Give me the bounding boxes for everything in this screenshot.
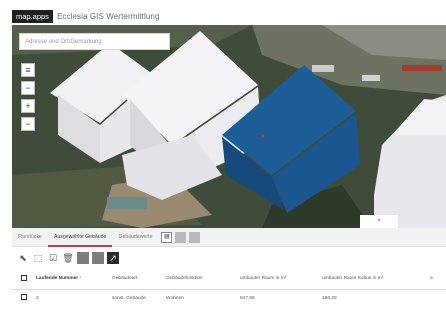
column-header[interactable]: Gebäudefunktion <box>166 269 240 290</box>
table-cell <box>430 289 446 307</box>
tab-gebaeudewerte[interactable]: Gebäudewerte <box>112 228 158 247</box>
map-marker <box>261 134 265 138</box>
map-tools: ≡ − + − <box>21 63 35 135</box>
table-cell: 2 <box>36 295 39 301</box>
table-header-row: Laufende Nummer ↑ Gebäudeart Gebäudefunk… <box>12 269 446 290</box>
column-header[interactable]: umbauter Raum in m³ <box>240 269 322 290</box>
app-title: Ecclesia GIS Wertermittlung <box>56 12 160 21</box>
parked-car <box>312 65 334 72</box>
column-header[interactable]: Laufende Nummer ↑ <box>36 269 112 290</box>
panel-tabs: Flurstücke Ausgewählte Gebäude Gebäudewe… <box>12 228 446 247</box>
buildings-table: Laufende Nummer ↑ Gebäudeart Gebäudefunk… <box>12 269 446 307</box>
tab-flurstuecke[interactable]: Flurstücke <box>12 228 48 247</box>
trash-icon[interactable]: 🗑 <box>62 252 74 264</box>
map-3d-scene[interactable] <box>12 25 446 228</box>
gray-control-icon[interactable] <box>175 231 187 243</box>
gray-control-icon[interactable] <box>189 231 201 243</box>
table-toolbar: ⬉ ⬚ ☑ 🗑 ↗ <box>12 247 446 269</box>
map-view[interactable]: Adresse und Ort/Gemarkung ≡ − + − ▾ <box>12 25 446 228</box>
table-row[interactable]: 2 sonst. Gebäude Wohnen 847,59 186,29 <box>12 289 446 307</box>
address-search-input[interactable]: Adresse und Ort/Gemarkung <box>19 33 170 50</box>
app-header: map.apps Ecclesia GIS Wertermittlung <box>12 8 446 25</box>
panel-collapse-tab[interactable]: ▾ <box>360 215 398 228</box>
select-box-icon[interactable]: ⬚ <box>32 252 44 264</box>
result-panel: Flurstücke Ausgewählte Gebäude Gebäudewe… <box>12 228 446 321</box>
home-button[interactable]: − <box>21 117 35 131</box>
select-all-checkbox[interactable] <box>21 274 27 281</box>
layers-button[interactable]: ≡ <box>21 63 35 77</box>
chart-icon[interactable]: ↗ <box>107 252 119 264</box>
table-cell: sonst. Gebäude <box>112 295 146 301</box>
tab-ausgewaehlte-gebaeude[interactable]: Ausgewählte Gebäude <box>47 228 113 247</box>
zoom-out-button[interactable]: − <box>21 81 35 95</box>
column-header[interactable]: a <box>430 269 446 290</box>
document-icon[interactable]: ▤ <box>161 231 173 243</box>
check-icon[interactable]: ☑ <box>47 252 59 264</box>
gray-tool-icon[interactable] <box>77 252 89 264</box>
gray-tool-icon[interactable] <box>92 252 104 264</box>
row-checkbox[interactable] <box>21 294 27 301</box>
column-header[interactable]: Gebäudeart <box>112 269 166 290</box>
parked-car <box>362 75 380 81</box>
table-cell: 847,59 <box>240 295 255 301</box>
select-arrow-icon[interactable]: ⬉ <box>17 252 29 264</box>
select-all-cell[interactable] <box>12 269 36 290</box>
parked-car <box>402 65 442 71</box>
table-cell: 186,29 <box>322 295 337 301</box>
table-cell: Wohnen <box>166 295 184 301</box>
app-logo: map.apps <box>12 10 53 23</box>
column-header[interactable]: umbauter Raum Kubus in m³ <box>322 269 430 290</box>
pool <box>107 197 147 209</box>
zoom-in-button[interactable]: + <box>21 99 35 113</box>
row-select-cell[interactable] <box>12 289 36 307</box>
